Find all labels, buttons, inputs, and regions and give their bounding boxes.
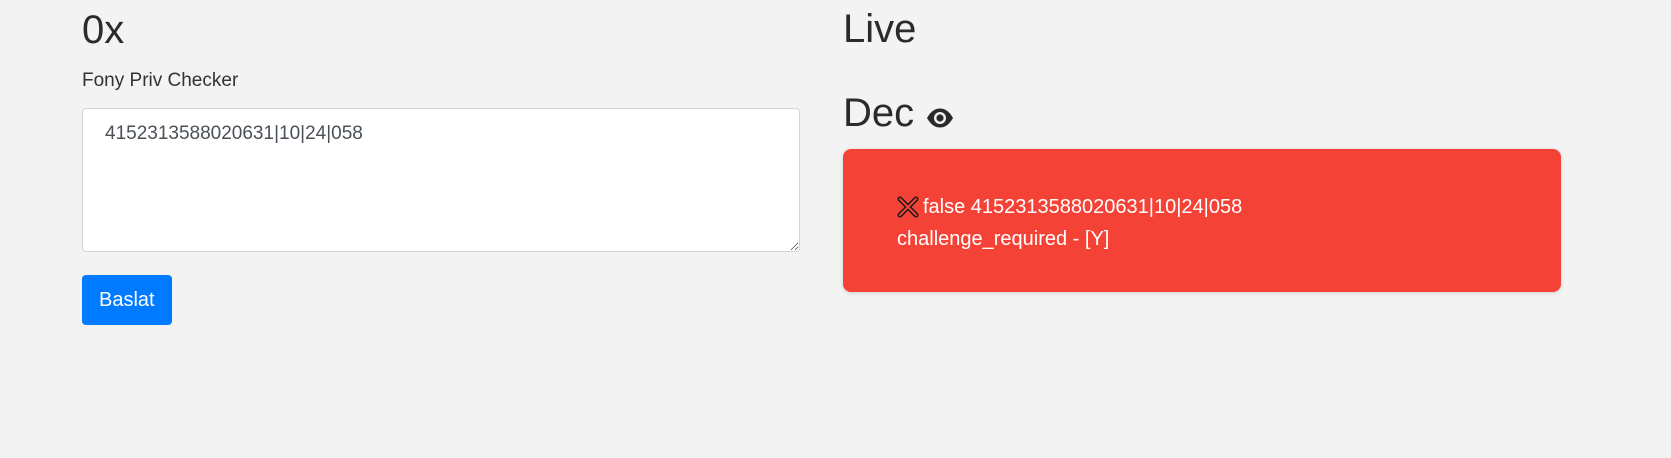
dec-heading: Dec <box>843 91 915 135</box>
start-button[interactable]: Baslat <box>82 275 172 325</box>
page-title: 0x <box>82 8 125 52</box>
checker-subtitle: Fony Priv Checker <box>82 70 239 91</box>
eye-icon[interactable] <box>926 108 954 128</box>
result-status-text: false 4152313588020631|10|24|058 <box>923 196 1243 218</box>
result-line-status: false 4152313588020631|10|24|058 <box>897 191 1507 223</box>
dec-header: Dec <box>843 93 954 133</box>
result-line-reason: challenge_required - [Y] <box>897 228 1110 250</box>
card-list-input[interactable] <box>82 108 800 252</box>
live-heading: Live <box>843 7 917 51</box>
result-card-dead: false 4152313588020631|10|24|058 challen… <box>843 149 1561 292</box>
cross-mark-icon <box>897 196 919 218</box>
